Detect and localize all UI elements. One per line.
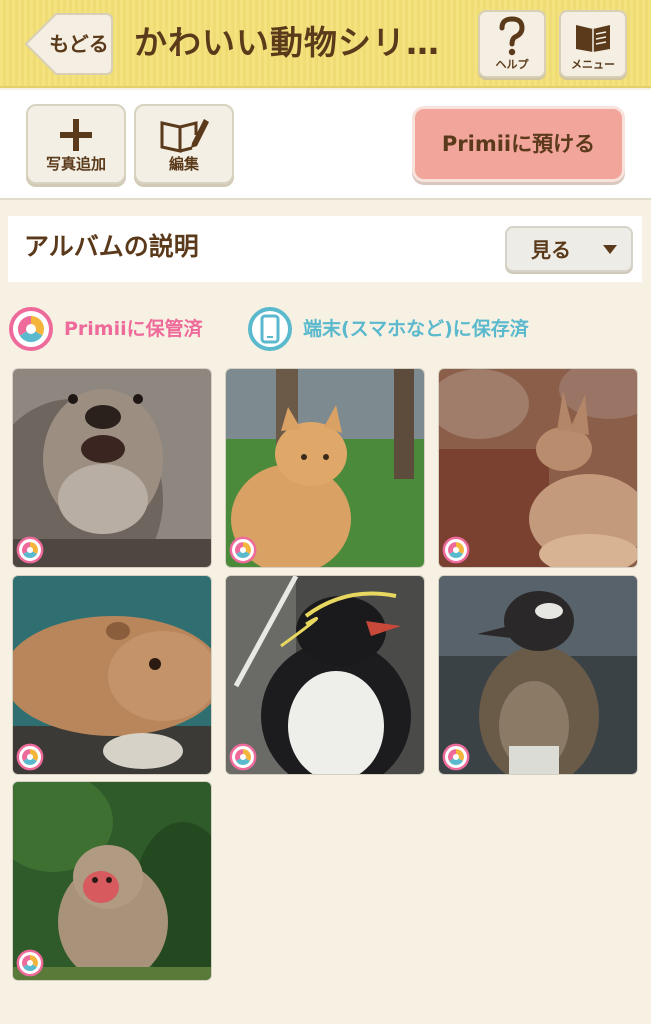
primii-stored-badge-icon <box>442 743 470 771</box>
primii-stored-badge-icon <box>229 536 257 564</box>
add-photo-label: 写真追加 <box>45 155 106 173</box>
primii-stored-badge-icon <box>229 743 257 771</box>
legend-device-label: 端末(スマホなど)に保存済 <box>303 318 529 340</box>
photo-penguin[interactable] <box>438 575 638 775</box>
photo-cat[interactable] <box>225 368 425 568</box>
edit-book-icon <box>136 114 232 156</box>
help-button[interactable]: ヘルプ <box>478 10 546 78</box>
back-button[interactable]: もどる <box>22 10 114 78</box>
edit-label: 編集 <box>168 155 199 173</box>
view-button-label: 見る <box>531 238 571 262</box>
album-description-bar: アルバムの説明 見る <box>8 216 642 282</box>
photo-kangaroo[interactable] <box>438 368 638 568</box>
back-button-label: もどる <box>49 32 109 56</box>
app-header: もどる かわいい動物シリ… ヘルプ メニュー <box>0 0 651 88</box>
photo-japanese-macaque[interactable] <box>12 781 212 981</box>
primii-stored-badge-icon <box>442 536 470 564</box>
album-toolbar: 写真追加 編集 Primiiに預ける <box>0 90 651 200</box>
album-description-title: アルバムの説明 <box>24 232 199 261</box>
question-mark-icon <box>480 16 544 56</box>
photo-rockhopper-penguin[interactable] <box>225 575 425 775</box>
primii-stored-icon <box>9 307 53 351</box>
deposit-to-primii-button[interactable]: Primiiに預ける <box>412 106 625 182</box>
primii-stored-badge-icon <box>16 536 44 564</box>
legend-primii-label: Primiiに保管済 <box>64 318 203 340</box>
edit-button[interactable]: 編集 <box>134 104 234 184</box>
help-button-label: ヘルプ <box>495 58 529 71</box>
add-photo-button[interactable]: 写真追加 <box>26 104 126 184</box>
primii-stored-badge-icon <box>16 949 44 977</box>
smartphone-icon <box>248 307 292 351</box>
photo-capybara[interactable] <box>12 575 212 775</box>
photo-otter[interactable] <box>12 368 212 568</box>
primii-stored-badge-icon <box>16 743 44 771</box>
caret-down-icon <box>603 245 617 254</box>
view-description-button[interactable]: 見る <box>505 226 633 272</box>
book-icon <box>561 16 625 56</box>
menu-button-label: メニュー <box>571 58 615 71</box>
album-title: かわいい動物シリ… <box>134 23 440 62</box>
menu-button[interactable]: メニュー <box>559 10 627 78</box>
plus-icon <box>28 114 124 156</box>
